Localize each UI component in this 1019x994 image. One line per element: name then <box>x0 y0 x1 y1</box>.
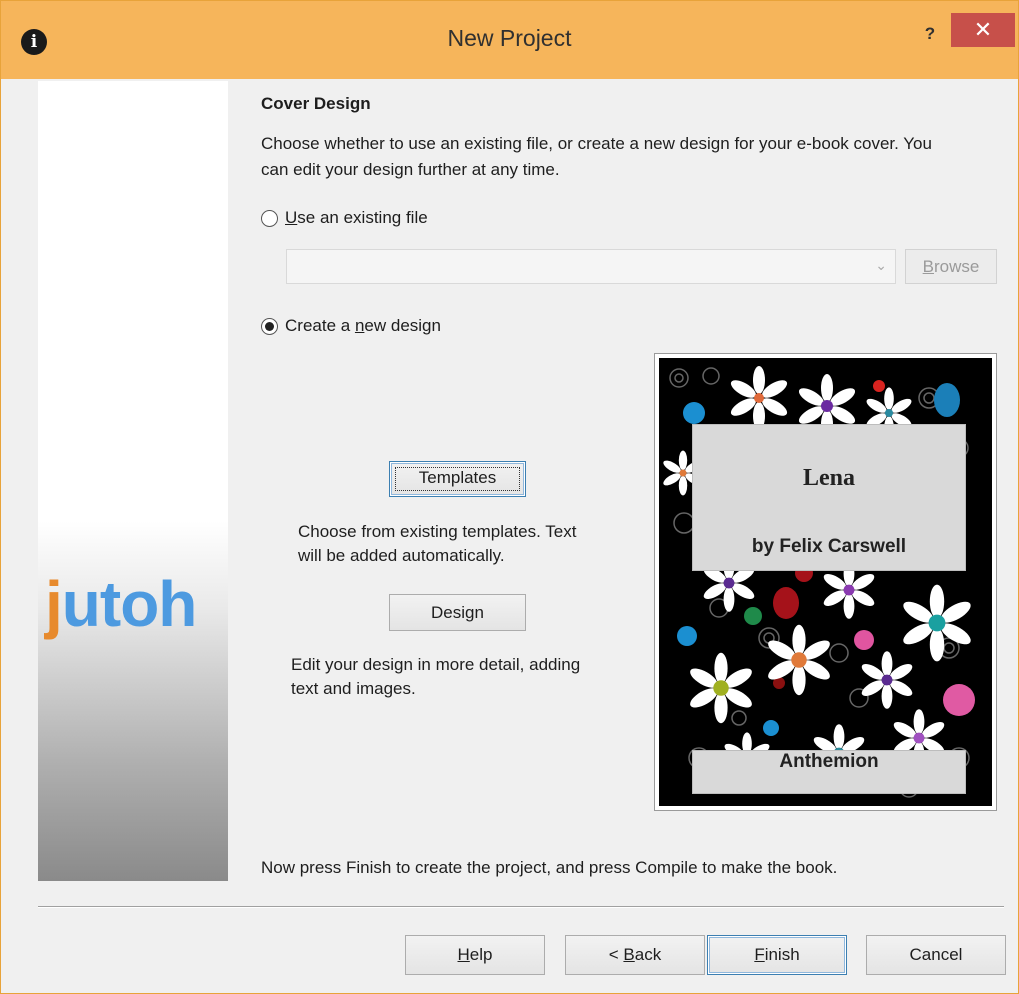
cover-book-author: by Felix Carswell <box>751 536 907 557</box>
radio-icon[interactable] <box>261 209 278 227</box>
use-existing-file-label: Use an existing file <box>285 208 428 227</box>
browse-button[interactable]: Browse <box>905 249 997 284</box>
intro-text: Choose whether to use an existing file, … <box>261 134 932 179</box>
cover-preview: Lena by Felix Carswell Anthemion <box>654 353 997 811</box>
help-icon[interactable]: ? <box>915 21 945 47</box>
finish-instructions: Now press Finish to create the project, … <box>261 858 838 877</box>
new-project-dialog: i New Project ? ✕ jutoh Cover Design Cho… <box>0 0 1019 994</box>
cover-publisher: Anthemion <box>692 750 966 794</box>
existing-file-combo[interactable]: ⌄ <box>286 249 896 284</box>
page-title: Cover Design <box>261 94 371 113</box>
create-new-design-radio[interactable]: Create a new design <box>261 316 441 336</box>
close-button[interactable]: ✕ <box>951 13 1015 47</box>
close-icon: ✕ <box>973 17 993 42</box>
use-existing-file-radio[interactable]: Use an existing file <box>261 208 428 228</box>
templates-description: Choose from existing templates. Text wil… <box>298 522 577 565</box>
finish-button[interactable]: Finish <box>707 935 847 975</box>
back-button[interactable]: < Back <box>565 935 705 975</box>
cover-image: Lena by Felix Carswell Anthemion <box>659 358 992 806</box>
cancel-button[interactable]: Cancel <box>866 935 1006 975</box>
title-bar[interactable]: i New Project ? ✕ <box>1 1 1018 79</box>
design-description: Edit your design in more detail, adding … <box>291 655 581 698</box>
footer-divider <box>38 906 1004 908</box>
create-new-design-label: Create a new design <box>285 316 441 335</box>
jutoh-logo: jutoh <box>45 568 197 640</box>
sidebar-banner: jutoh <box>38 81 228 881</box>
radio-icon[interactable] <box>261 317 278 335</box>
design-button[interactable]: Design <box>389 594 526 631</box>
chevron-down-icon[interactable]: ⌄ <box>875 257 887 274</box>
cover-title-panel: Lena by Felix Carswell <box>692 424 966 571</box>
window-title: New Project <box>447 25 572 51</box>
cover-book-title: Lena <box>802 465 855 491</box>
templates-button[interactable]: Templates <box>389 461 526 497</box>
help-button[interactable]: Help <box>405 935 545 975</box>
